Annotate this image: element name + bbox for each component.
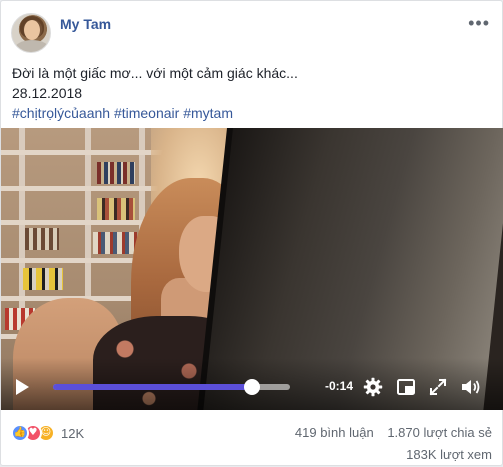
- more-options-icon[interactable]: •••: [468, 13, 490, 34]
- post-message: Đời là một giấc mơ... với một cảm giác k…: [12, 65, 298, 81]
- author-name[interactable]: My Tam: [60, 16, 111, 32]
- books: [23, 268, 63, 290]
- post-header: My Tam •••: [11, 11, 494, 55]
- progress-fill: [53, 384, 253, 390]
- volume-icon[interactable]: [460, 377, 480, 397]
- post-stats: 419 bình luận 1.870 lượt chia sẻ 183K lư…: [285, 424, 492, 464]
- stats-row: 419 bình luận 1.870 lượt chia sẻ: [285, 424, 492, 442]
- avatar-shoulder: [14, 40, 50, 52]
- comments-count[interactable]: 419 bình luận: [295, 425, 374, 440]
- books: [25, 228, 59, 250]
- post-hashtags[interactable]: #chịtrọlýcủaanh #timeonair #mytam: [12, 103, 298, 123]
- books: [97, 198, 135, 220]
- pip-icon[interactable]: [396, 377, 416, 397]
- like-reaction-icon: 👍: [11, 424, 29, 442]
- post-footer: 👍 ♥ ☺ 12K 419 bình luận 1.870 lượt chia …: [1, 410, 503, 467]
- avatar-face: [24, 20, 40, 40]
- progress-bar[interactable]: [53, 379, 290, 395]
- views-row: 183K lượt xem: [285, 446, 492, 464]
- books: [97, 162, 135, 184]
- avatar[interactable]: [11, 13, 51, 53]
- shares-count[interactable]: 1.870 lượt chia sẻ: [387, 425, 492, 440]
- settings-icon[interactable]: [363, 377, 383, 397]
- video-player[interactable]: -0:14: [1, 128, 503, 410]
- books: [93, 232, 137, 254]
- time-remaining: -0:14: [325, 379, 354, 393]
- post-text: Đời là một giấc mơ... với một cảm giác k…: [12, 63, 298, 123]
- progress-handle[interactable]: [244, 379, 261, 395]
- post-card: My Tam ••• Đời là một giấc mơ... với một…: [0, 0, 503, 466]
- fullscreen-icon[interactable]: [428, 377, 448, 397]
- play-icon[interactable]: [16, 379, 29, 395]
- reaction-count[interactable]: 12K: [61, 426, 84, 441]
- views-count: 183K lượt xem: [406, 447, 492, 462]
- post-date: 28.12.2018: [12, 85, 83, 101]
